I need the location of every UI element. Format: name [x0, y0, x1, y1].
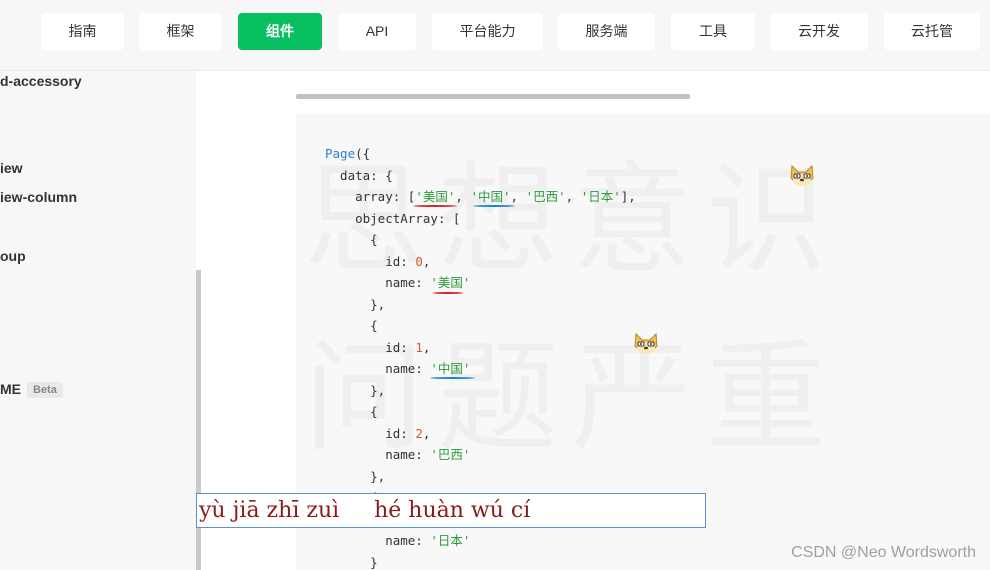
code-token: 0 — [415, 253, 423, 269]
code-token: '巴西' — [525, 189, 566, 204]
code-line: } — [325, 555, 378, 570]
code-line: id: 0, — [325, 254, 430, 269]
code-token: data: { — [325, 167, 393, 183]
code-line: name: '美国' — [325, 275, 470, 290]
code-line: }, — [325, 297, 385, 312]
code-token: '中国' — [430, 361, 471, 376]
code-token: { — [325, 404, 378, 419]
code-line: objectArray: [ — [325, 211, 460, 226]
code-token: objectArray: [ — [325, 210, 461, 226]
sidebar: d-accessory iew iew-column oup ME Beta — [0, 71, 196, 570]
code-token: , — [455, 189, 471, 204]
red-underline-array-usa — [413, 205, 457, 207]
code-line: { — [325, 232, 378, 247]
sidebar-item-me[interactable]: ME Beta — [0, 381, 63, 399]
red-underline-name-usa — [433, 292, 463, 294]
doge-emoji-icon — [634, 332, 658, 354]
code-line: { — [325, 318, 378, 333]
code-token: , — [565, 189, 581, 204]
code-line: name: '中国' — [325, 361, 470, 376]
code-token: , — [422, 339, 431, 355]
blue-underline-array-china — [473, 205, 515, 207]
nav-components[interactable]: 组件 — [238, 13, 322, 50]
code-line: }, — [325, 469, 385, 484]
code-token: name: — [325, 275, 431, 290]
code-line: id: 1, — [325, 340, 430, 355]
code-token: }, — [325, 382, 386, 398]
nav-server[interactable]: 服务端 — [558, 13, 655, 50]
code-token: array: [ — [325, 189, 416, 204]
code-token: , — [510, 189, 526, 204]
sidebar-item-me-label: ME — [0, 381, 21, 397]
sidebar-item-group[interactable]: oup — [0, 248, 26, 264]
code-token: name: — [325, 533, 431, 548]
nav-platform-capabilities[interactable]: 平台能力 — [432, 13, 543, 50]
nav-tools[interactable]: 工具 — [671, 13, 755, 50]
top-nav: 指南 框架 组件 API 平台能力 服务端 工具 云开发 云托管 — [0, 0, 990, 71]
code-token: name: — [325, 447, 431, 462]
code-token: ({ — [355, 146, 371, 161]
code-token: '中国' — [470, 189, 511, 204]
code-token: }, — [325, 468, 386, 484]
sidebar-item-view[interactable]: iew — [0, 160, 23, 176]
code-token: 1 — [415, 339, 423, 355]
code-token: , — [422, 425, 431, 441]
code-line: name: '日本' — [325, 533, 470, 548]
csdn-credit: CSDN @Neo Wordsworth — [791, 544, 976, 561]
code-token: '巴西' — [430, 447, 471, 462]
nav-cloud-dev[interactable]: 云开发 — [770, 13, 868, 50]
code-token: { — [325, 318, 378, 333]
code-token: '美国' — [430, 275, 471, 290]
code-token: }, — [325, 296, 386, 312]
code-token: '美国' — [415, 189, 456, 204]
sidebar-item-accessory[interactable]: d-accessory — [0, 73, 82, 89]
code-line: Page({ — [325, 146, 370, 161]
beta-badge: Beta — [27, 382, 63, 399]
code-line: name: '巴西' — [325, 447, 470, 462]
code-line: data: { — [325, 168, 393, 183]
code-token: { — [325, 232, 378, 247]
code-token: '日本' — [580, 189, 621, 204]
nav-cloud-hosting[interactable]: 云托管 — [884, 13, 980, 50]
code-line: { — [325, 404, 378, 419]
nav-guide[interactable]: 指南 — [41, 13, 124, 50]
code-token: , — [422, 253, 431, 269]
doge-emoji-icon — [790, 164, 814, 186]
horizontal-scrollbar[interactable] — [296, 94, 690, 99]
code-line: }, — [325, 383, 385, 398]
nav-framework[interactable]: 框架 — [139, 13, 222, 50]
code-token: '日本' — [430, 533, 471, 548]
code-token: ], — [620, 189, 636, 204]
code-token: Page — [325, 146, 356, 161]
code-line: id: 2, — [325, 426, 430, 441]
code-token: id: — [325, 339, 416, 355]
code-token: } — [325, 554, 378, 570]
pinyin-caption: yù jiā zhī zuì hé huàn wú cí — [196, 493, 706, 528]
nav-api[interactable]: API — [338, 13, 416, 50]
code-token: id: — [325, 253, 416, 269]
code-token: id: — [325, 425, 416, 441]
code-line: array: ['美国', '中国', '巴西', '日本'], — [325, 189, 636, 204]
blue-underline-name-china — [430, 377, 475, 379]
code-token: 2 — [415, 425, 423, 441]
sidebar-item-view-column[interactable]: iew-column — [0, 189, 77, 205]
code-token: name: — [325, 361, 431, 376]
